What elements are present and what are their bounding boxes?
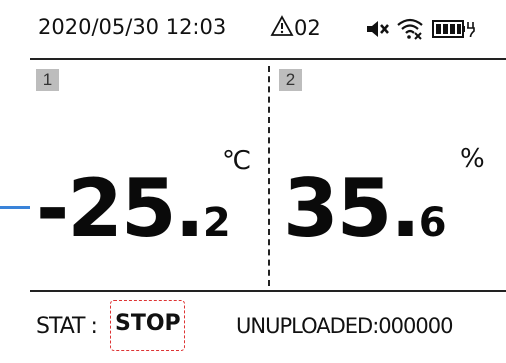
temperature-unit: ℃ [222,146,252,176]
channel-divider [268,66,270,286]
status-bar: 2020/05/30 12:03 02 [30,0,506,60]
humidity-value: 35.6 [283,162,447,255]
wifi-off-icon [397,18,423,40]
device-screen: 2020/05/30 12:03 02 1 -25.2 ℃ 2 35.6 % S… [30,0,506,363]
left-marker-line [0,206,32,209]
mute-icon [367,21,389,37]
bottom-status-bar: STAT : STOP UNUPLOADED:000000 [30,290,506,363]
stat-label: STAT : [36,314,98,339]
stat-value[interactable]: STOP [110,300,185,351]
alarm-icon [270,15,294,36]
alarm-count: 02 [294,16,321,40]
channel-2-panel: 2 35.6 % [273,62,506,287]
battery-icon [432,20,475,38]
channel-label: 1 [36,69,59,91]
temperature-value: -25.2 [36,162,231,255]
alarm-indicator[interactable]: 02 [270,15,321,40]
humidity-unit: % [460,144,485,174]
datetime: 2020/05/30 12:03 [38,15,227,39]
channel-1-panel: 1 -25.2 ℃ [30,62,269,287]
channel-label: 2 [279,69,302,91]
unuploaded-counter: UNUPLOADED:000000 [236,314,453,338]
